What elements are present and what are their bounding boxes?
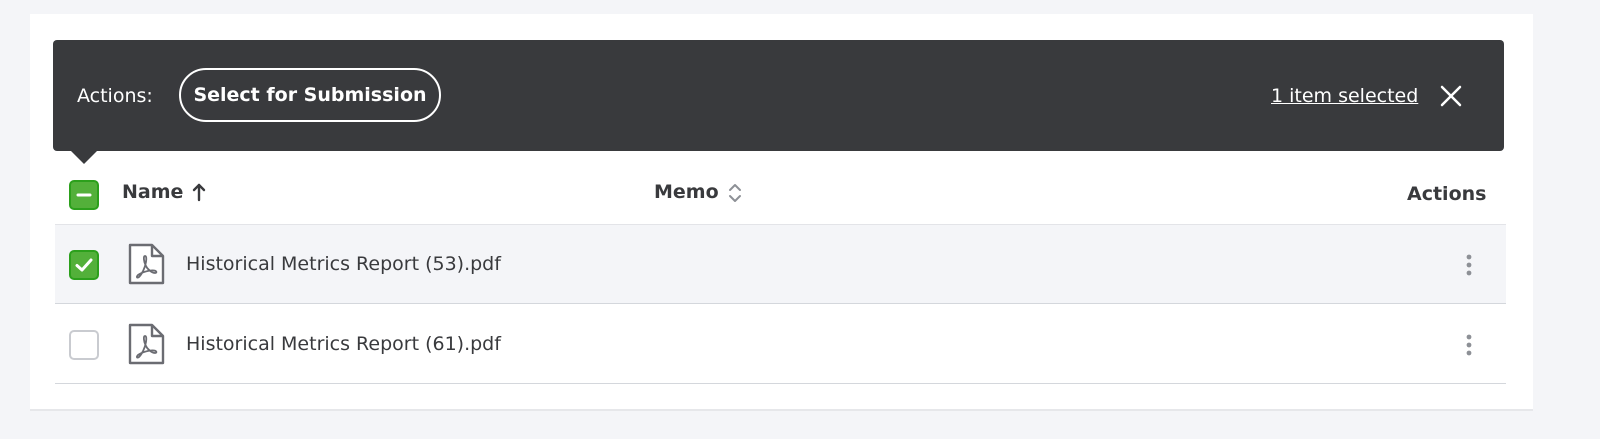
table-row[interactable]: Historical Metrics Report (53).pdf (55, 225, 1506, 304)
bulk-action-bar: Actions: Select for Submission 1 item se… (53, 40, 1504, 151)
pdf-file-icon (126, 322, 166, 366)
close-icon[interactable] (1438, 83, 1464, 109)
table-row[interactable]: Historical Metrics Report (61).pdf (55, 305, 1506, 384)
pdf-file-icon (126, 242, 166, 286)
select-for-submission-button[interactable]: Select for Submission (179, 68, 441, 122)
actions-label: Actions: (77, 85, 153, 107)
action-bar-pointer (70, 150, 98, 164)
table-header: Name Memo Actions (55, 164, 1506, 225)
row-checkbox[interactable] (69, 250, 99, 280)
column-header-name[interactable]: Name (122, 180, 183, 204)
items-selected-link[interactable]: 1 item selected (1271, 84, 1418, 108)
more-options-icon[interactable] (1455, 331, 1483, 359)
file-name[interactable]: Historical Metrics Report (53).pdf (186, 252, 501, 276)
arrow-up-icon[interactable] (192, 182, 206, 202)
sort-updown-icon[interactable] (728, 182, 742, 204)
row-checkbox[interactable] (69, 330, 99, 360)
column-header-memo[interactable]: Memo (654, 180, 719, 204)
column-header-actions: Actions (1407, 183, 1487, 205)
more-options-icon[interactable] (1455, 251, 1483, 279)
select-all-checkbox[interactable] (69, 180, 99, 210)
file-name[interactable]: Historical Metrics Report (61).pdf (186, 332, 501, 356)
